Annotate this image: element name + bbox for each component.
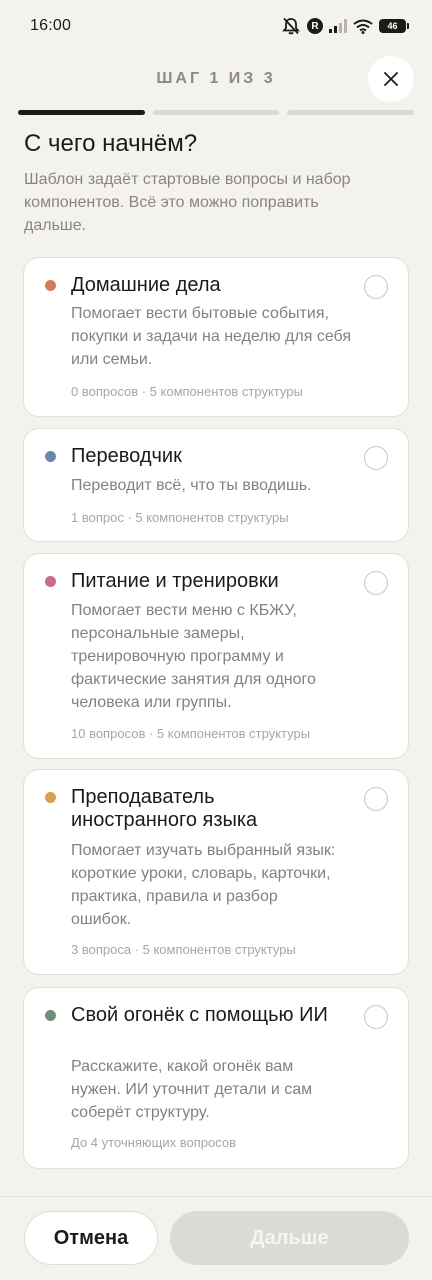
template-meta: 10 вопросов · 5 компонентов структуры (71, 726, 311, 741)
progress-segment-1 (18, 110, 145, 115)
color-dot (45, 280, 56, 291)
status-icons: R 46 (281, 17, 409, 35)
template-meta: 0 вопросов · 5 компонентов структуры (71, 384, 303, 399)
template-card-ai-custom[interactable]: Свой огонёк с помощью ИИ Расскажите, как… (23, 987, 409, 1169)
color-dot (45, 792, 56, 803)
template-description: Помогает вести бытовые события, покупки … (71, 305, 352, 368)
signal-icon (329, 19, 347, 33)
template-title: Домашние дела (71, 274, 221, 296)
cancel-button[interactable]: Отмена (24, 1211, 158, 1265)
template-description: Помогает изучать выбранный язык: коротки… (71, 842, 336, 928)
close-icon (384, 72, 398, 86)
progress-segment-3 (287, 110, 415, 115)
color-dot (45, 451, 56, 462)
template-meta: 1 вопрос · 5 компонентов структуры (71, 510, 289, 525)
template-title: Свой огонёк с помощью ИИ (71, 1004, 328, 1026)
step-progress (18, 110, 415, 115)
color-dot (45, 576, 56, 587)
template-meta: До 4 уточняющих вопросов (71, 1135, 236, 1150)
mute-icon (281, 17, 301, 35)
radio-button[interactable] (364, 446, 388, 470)
color-dot (45, 1010, 56, 1021)
template-description: Переводит всё, что ты вводишь. (71, 477, 312, 494)
radio-button[interactable] (364, 571, 388, 595)
step-header: ШАГ 1 ИЗ 3 (0, 56, 432, 104)
close-button[interactable] (368, 56, 414, 102)
wifi-icon (353, 19, 373, 34)
r-badge-icon: R (307, 18, 323, 34)
progress-segment-2 (152, 110, 280, 115)
radio-button[interactable] (364, 275, 388, 299)
template-title: Питание и тренировки (71, 570, 279, 592)
status-time: 16:00 (30, 17, 72, 34)
template-card-nutrition[interactable]: Питание и тренировки Помогает вести меню… (23, 553, 409, 759)
next-button[interactable]: Дальше (170, 1211, 409, 1265)
status-bar: 16:00 R 46 (0, 0, 432, 52)
template-title: Преподаватель иностранного языка (71, 786, 258, 831)
template-card-language-teacher[interactable]: Преподаватель иностранного языка Помогае… (23, 769, 409, 975)
template-description: Расскажите, какой огонёк вам нужен. ИИ у… (71, 1058, 313, 1121)
radio-button[interactable] (364, 787, 388, 811)
footer: Отмена Дальше (0, 1196, 432, 1280)
template-title: Переводчик (71, 445, 182, 467)
template-meta: 3 вопроса · 5 компонентов структуры (71, 942, 296, 957)
radio-button[interactable] (364, 1005, 388, 1029)
battery-icon: 46 (379, 19, 409, 33)
template-card-household[interactable]: Домашние дела Помогает вести бытовые соб… (23, 257, 409, 417)
page-subtitle: Шаблон задаёт стартовые вопросы и набор … (24, 171, 351, 234)
page-title: С чего начнём? (24, 130, 198, 157)
template-card-translator[interactable]: Переводчик Переводит всё, что ты вводишь… (23, 428, 409, 542)
template-description: Помогает вести меню с КБЖУ, персональные… (71, 602, 316, 711)
